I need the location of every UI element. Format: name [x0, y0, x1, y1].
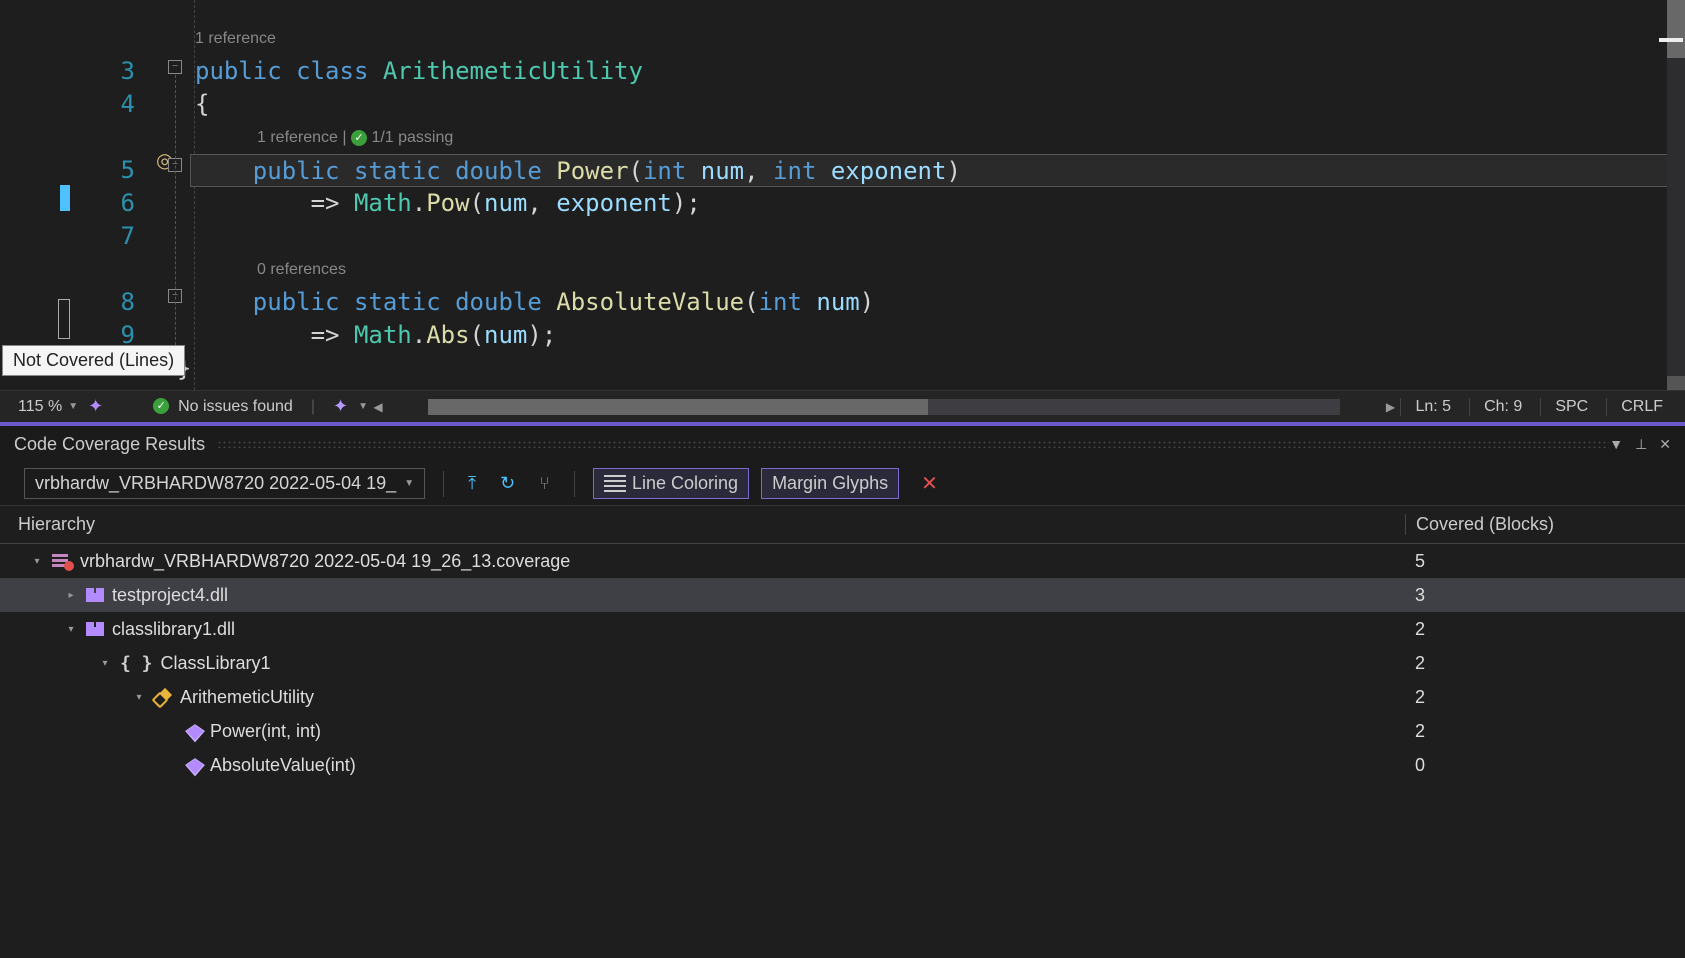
dll-icon [86, 588, 104, 602]
overview-mark [1659, 38, 1683, 42]
code-line[interactable]: public static double AbsoluteValue(int n… [195, 286, 1685, 319]
scroll-left-arrow[interactable]: ◀ [368, 400, 388, 414]
close-icon[interactable]: ✕ [1659, 436, 1671, 453]
namespace-icon: { } [120, 653, 153, 674]
tree-item-label: vrbhardw_VRBHARDW8720 2022-05-04 19_26_1… [80, 551, 570, 572]
line-coloring-button[interactable]: Line Coloring [593, 468, 749, 499]
code-line[interactable]: { [195, 88, 1685, 121]
line-number: 4 [75, 88, 135, 121]
tree-row[interactable]: ▾ ArithemeticUtility 2 [0, 680, 1685, 714]
scroll-right-arrow[interactable]: ▶ [1380, 400, 1400, 414]
tree-row[interactable]: ▾ { } ClassLibrary1 2 [0, 646, 1685, 680]
code-line[interactable] [195, 220, 1685, 253]
expander-icon[interactable]: ▾ [30, 556, 44, 567]
method-icon [185, 724, 205, 742]
tree-item-label: Power(int, int) [210, 721, 321, 742]
coverage-tree: ▾ vrbhardw_VRBHARDW8720 2022-05-04 19_26_… [0, 544, 1685, 782]
code-editor: ◎ 3 4 5 6 7 8 9 − − − 1 reference public… [0, 0, 1685, 390]
line-number: 5 [75, 154, 135, 187]
check-icon: ✓ [351, 130, 367, 146]
dll-icon [86, 622, 104, 636]
tree-item-value: 3 [1405, 585, 1685, 606]
vertical-scrollbar[interactable] [1667, 0, 1685, 390]
coverage-glyph-notcovered[interactable] [58, 299, 70, 339]
codelens[interactable]: 1 reference [195, 22, 1685, 55]
indent-mode[interactable]: SPC [1540, 398, 1588, 416]
merge-icon[interactable]: ⑂ [533, 469, 556, 498]
horizontal-scrollbar[interactable] [428, 399, 1341, 415]
tree-item-label: ClassLibrary1 [161, 653, 271, 674]
line-number: 7 [75, 220, 135, 253]
tree-item-value: 2 [1405, 721, 1685, 742]
method-icon [185, 758, 205, 776]
margin-glyphs-button[interactable]: Margin Glyphs [761, 468, 899, 499]
tree-item-label: ArithemeticUtility [180, 687, 314, 708]
tree-item-label: AbsoluteValue(int) [210, 755, 356, 776]
editor-status-bar: 115 % ▼ ✦ ✓ No issues found | ✦▼ ◀ ▶ Ln:… [0, 390, 1685, 422]
code-line[interactable]: } [177, 352, 1685, 385]
column-covered[interactable]: Covered (Blocks) [1405, 514, 1685, 535]
check-icon: ✓ [153, 398, 169, 414]
intellicode-icon[interactable]: ✦ [88, 396, 103, 417]
lines-icon [604, 475, 626, 493]
panel-title: Code Coverage Results [14, 434, 205, 455]
tree-item-label: testproject4.dll [112, 585, 228, 606]
zoom-level[interactable]: 115 % ▼ [18, 398, 78, 416]
tree-item-value: 2 [1405, 653, 1685, 674]
codelens[interactable]: 0 references [195, 253, 1685, 286]
tree-row[interactable]: ▾ vrbhardw_VRBHARDW8720 2022-05-04 19_26_… [0, 544, 1685, 578]
delete-icon[interactable]: ✕ [911, 471, 948, 496]
cursor-col[interactable]: Ch: 9 [1469, 398, 1522, 416]
coverage-tooltip: Not Covered (Lines) [2, 345, 185, 376]
code-line[interactable]: => Math.Abs(num); [195, 319, 1685, 352]
coverage-file-icon [52, 553, 72, 569]
line-number-gutter: 3 4 5 6 7 8 9 [75, 0, 165, 390]
expander-icon[interactable]: ▾ [98, 658, 112, 669]
expander-icon[interactable]: ▾ [64, 624, 78, 635]
coverage-toolbar: vrbhardw_VRBHARDW8720 2022-05-04 19_ ▼ ⤒… [0, 462, 1685, 506]
tree-row[interactable]: AbsoluteValue(int) 0 [0, 748, 1685, 782]
coverage-panel-header: Code Coverage Results ▼ ⊥ ✕ [0, 426, 1685, 462]
panel-menu-icon[interactable]: ▼ [1609, 436, 1623, 453]
line-number: 8 [75, 286, 135, 319]
code-content[interactable]: 1 reference public class ArithemeticUtil… [195, 0, 1685, 390]
coverage-margin: ◎ [0, 0, 75, 390]
expander-icon[interactable]: ▾ [132, 692, 146, 703]
pin-icon[interactable]: ⊥ [1635, 436, 1647, 453]
refresh-icon[interactable]: ↻ [494, 469, 521, 498]
issues-status[interactable]: No issues found [178, 398, 293, 415]
tree-row[interactable]: Power(int, int) 2 [0, 714, 1685, 748]
tree-row[interactable]: ▸ testproject4.dll 3 [0, 578, 1685, 612]
cursor-line[interactable]: Ln: 5 [1400, 398, 1451, 416]
fold-toggle[interactable]: − [168, 60, 182, 74]
cleanup-icon[interactable]: ✦ [333, 396, 348, 417]
coverage-table-header: Hierarchy Covered (Blocks) [0, 506, 1685, 544]
export-icon[interactable]: ⤒ [462, 469, 482, 498]
code-line[interactable]: => Math.Pow(num, exponent); [195, 187, 1685, 220]
codelens[interactable]: 1 reference | ✓ 1/1 passing [195, 121, 1685, 154]
tree-item-label: classlibrary1.dll [112, 619, 235, 640]
line-number: 6 [75, 187, 135, 220]
tree-item-value: 2 [1405, 619, 1685, 640]
code-line-current[interactable]: public static double Power(int num, int … [190, 154, 1685, 187]
fold-gutter: − − − [165, 0, 195, 390]
tree-item-value: 5 [1405, 551, 1685, 572]
line-ending[interactable]: CRLF [1606, 398, 1663, 416]
tree-item-value: 2 [1405, 687, 1685, 708]
tree-item-value: 0 [1405, 755, 1685, 776]
coverage-results-dropdown[interactable]: vrbhardw_VRBHARDW8720 2022-05-04 19_ ▼ [24, 468, 425, 499]
coverage-glyph-covered[interactable] [60, 185, 70, 211]
code-line[interactable]: public class ArithemeticUtility [195, 55, 1685, 88]
expander-icon[interactable]: ▸ [64, 590, 78, 601]
column-hierarchy[interactable]: Hierarchy [0, 514, 1405, 535]
tree-row[interactable]: ▾ classlibrary1.dll 2 [0, 612, 1685, 646]
line-number: 3 [75, 55, 135, 88]
class-icon [154, 688, 172, 706]
